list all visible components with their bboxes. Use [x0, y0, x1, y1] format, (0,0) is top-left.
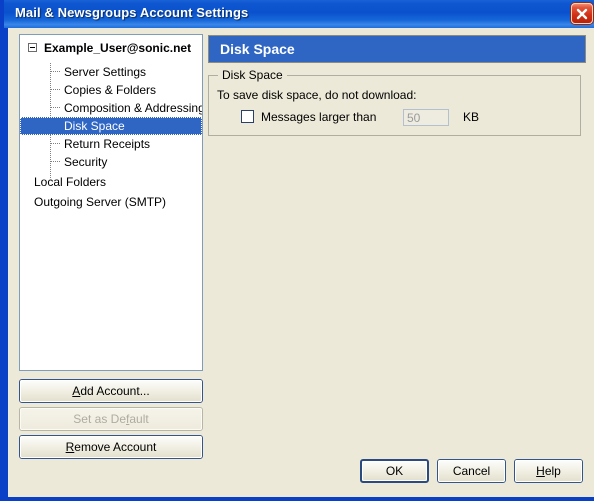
tree-item-security[interactable]: Security — [20, 153, 202, 171]
tree-item-label: Copies & Folders — [64, 83, 157, 97]
close-icon[interactable] — [571, 3, 593, 24]
tree-item-composition-and-addressing[interactable]: Composition & Addressing — [20, 99, 202, 117]
set-as-default-button[interactable]: Set as Default — [19, 407, 203, 431]
help-button[interactable]: Help — [514, 459, 583, 483]
dialog-window: Mail & Newsgroups Account Settings Examp… — [0, 0, 594, 501]
groupbox-description: To save disk space, do not download: — [217, 88, 417, 102]
tree-item-label: Composition & Addressing — [64, 101, 203, 115]
messages-larger-than-checkbox[interactable] — [241, 110, 254, 123]
window-title: Mail & Newsgroups Account Settings — [15, 5, 249, 20]
tree-item-disk-space[interactable]: Disk Space — [20, 117, 202, 135]
tree-item-label: Security — [64, 155, 108, 169]
add-account-button[interactable]: Add Account... — [19, 379, 203, 403]
tree-item-copies-and-folders[interactable]: Copies & Folders — [20, 81, 202, 99]
message-size-input[interactable] — [403, 109, 449, 126]
tree-item-label: Return Receipts — [64, 137, 151, 151]
tree-item-label: Example_User@sonic.net — [44, 41, 192, 55]
tree-item-local-folders[interactable]: Local Folders — [20, 173, 202, 191]
disk-space-groupbox: Disk Space To save disk space, do not do… — [208, 68, 581, 136]
page-title: Disk Space — [220, 41, 295, 57]
remove-account-button[interactable]: Remove Account — [19, 435, 203, 459]
cancel-label: Cancel — [438, 460, 505, 482]
ok-button[interactable]: OK — [360, 459, 429, 483]
groupbox-legend: Disk Space — [218, 68, 287, 82]
add-account-label: dd Account... — [80, 384, 150, 398]
size-unit-label: KB — [463, 110, 480, 124]
ok-label: OK — [362, 461, 427, 481]
account-tree[interactable]: Example_User@sonic.net Server Settings C… — [19, 34, 203, 371]
minus-box-icon[interactable] — [28, 43, 37, 52]
tree-item-label: Outgoing Server (SMTP) — [34, 195, 167, 209]
tree-item-return-receipts[interactable]: Return Receipts — [20, 135, 202, 153]
dialog-client-area: Example_User@sonic.net Server Settings C… — [8, 28, 594, 497]
tree-item-outgoing-server[interactable]: Outgoing Server (SMTP) — [20, 193, 202, 211]
panel-header: Disk Space — [208, 35, 586, 63]
title-bar: Mail & Newsgroups Account Settings — [4, 0, 594, 28]
tree-item-label: Server Settings — [64, 65, 147, 79]
tree-item-server-settings[interactable]: Server Settings — [20, 63, 202, 81]
tree-item-label: Local Folders — [34, 175, 107, 189]
messages-larger-than-label: Messages larger than — [261, 110, 377, 124]
tree-item-account-root[interactable]: Example_User@sonic.net — [20, 39, 202, 57]
tree-item-label: Disk Space — [64, 119, 125, 133]
cancel-button[interactable]: Cancel — [437, 459, 506, 483]
